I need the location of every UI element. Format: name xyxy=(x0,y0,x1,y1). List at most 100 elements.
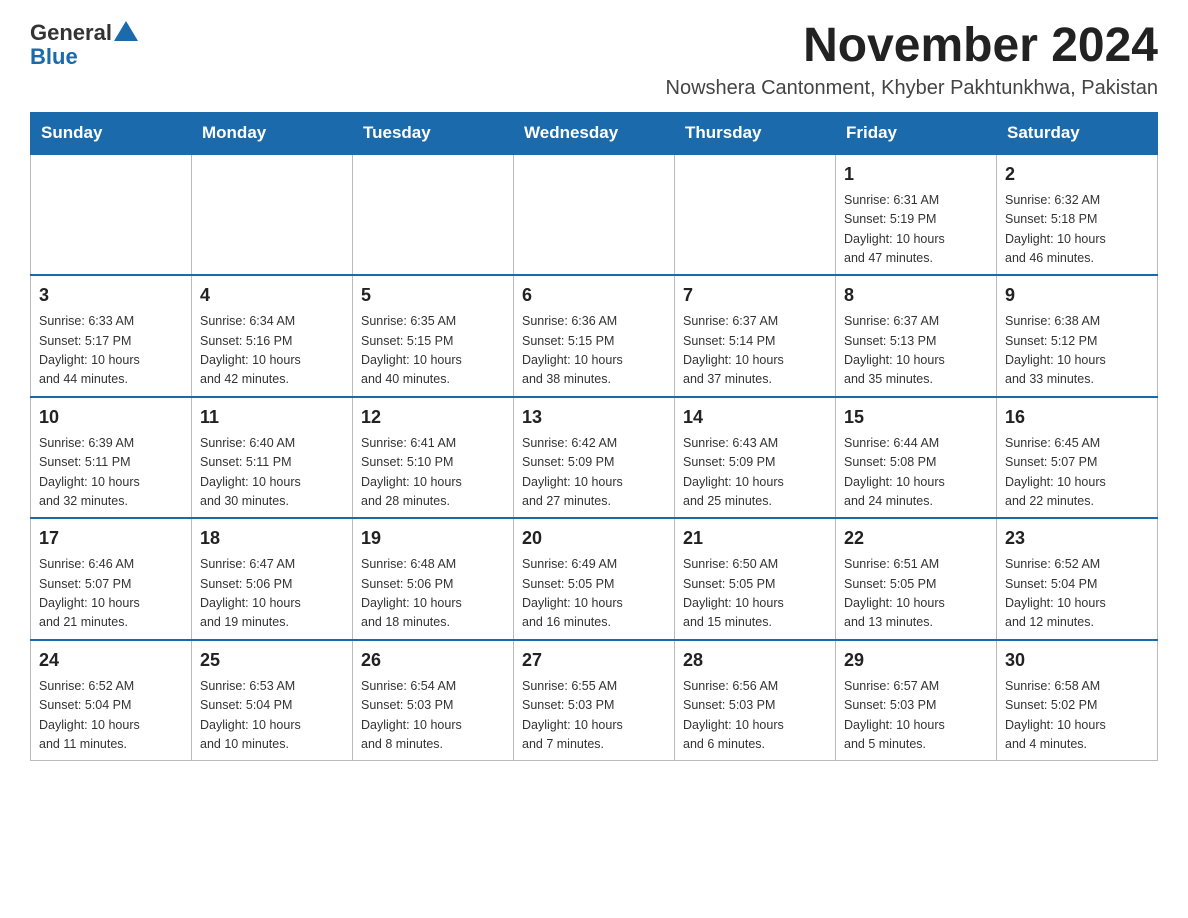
calendar-header: SundayMondayTuesdayWednesdayThursdayFrid… xyxy=(31,112,1158,154)
weekday-header-tuesday: Tuesday xyxy=(353,112,514,154)
day-number: 22 xyxy=(844,525,988,552)
calendar-cell: 20 Sunrise: 6:49 AM Sunset: 5:05 PM Dayli… xyxy=(514,518,675,640)
day-info: Sunrise: 6:33 AM Sunset: 5:17 PM Dayligh… xyxy=(39,312,183,390)
day-info: Sunrise: 6:57 AM Sunset: 5:03 PM Dayligh… xyxy=(844,677,988,755)
weekday-header-thursday: Thursday xyxy=(675,112,836,154)
calendar-cell: 16Sunrise: 6:45 AM Sunset: 5:07 PM Dayli… xyxy=(997,397,1158,519)
day-number: 2 xyxy=(1005,161,1149,188)
weekday-header-sunday: Sunday xyxy=(31,112,192,154)
calendar-cell: 8 Sunrise: 6:37 AM Sunset: 5:13 PM Daylig… xyxy=(836,275,997,397)
day-info: Sunrise: 6:52 AM Sunset: 5:04 PM Dayligh… xyxy=(39,677,183,755)
day-info: Sunrise: 6:44 AM Sunset: 5:08 PM Dayligh… xyxy=(844,434,988,512)
day-number: 4 xyxy=(200,282,344,309)
weekday-header-row: SundayMondayTuesdayWednesdayThursdayFrid… xyxy=(31,112,1158,154)
calendar-cell: 4 Sunrise: 6:34 AM Sunset: 5:16 PM Daylig… xyxy=(192,275,353,397)
weekday-header-wednesday: Wednesday xyxy=(514,112,675,154)
calendar-cell: 25 Sunrise: 6:53 AM Sunset: 5:04 PM Dayli… xyxy=(192,640,353,761)
day-number: 6 xyxy=(522,282,666,309)
day-info: Sunrise: 6:38 AM Sunset: 5:12 PM Dayligh… xyxy=(1005,312,1149,390)
calendar-cell: 30 Sunrise: 6:58 AM Sunset: 5:02 PM Dayli… xyxy=(997,640,1158,761)
day-info: Sunrise: 6:40 AM Sunset: 5:11 PM Dayligh… xyxy=(200,434,344,512)
calendar-cell: 13Sunrise: 6:42 AM Sunset: 5:09 PM Dayli… xyxy=(514,397,675,519)
day-number: 20 xyxy=(522,525,666,552)
day-info: Sunrise: 6:47 AM Sunset: 5:06 PM Dayligh… xyxy=(200,555,344,633)
day-info: Sunrise: 6:58 AM Sunset: 5:02 PM Dayligh… xyxy=(1005,677,1149,755)
day-number: 28 xyxy=(683,647,827,674)
day-info: Sunrise: 6:55 AM Sunset: 5:03 PM Dayligh… xyxy=(522,677,666,755)
calendar-cell xyxy=(353,154,514,276)
day-number: 1 xyxy=(844,161,988,188)
day-number: 14 xyxy=(683,404,827,431)
calendar-cell: 19Sunrise: 6:48 AM Sunset: 5:06 PM Dayli… xyxy=(353,518,514,640)
day-info: Sunrise: 6:37 AM Sunset: 5:13 PM Dayligh… xyxy=(844,312,988,390)
day-number: 9 xyxy=(1005,282,1149,309)
day-number: 15 xyxy=(844,404,988,431)
weekday-header-friday: Friday xyxy=(836,112,997,154)
day-info: Sunrise: 6:46 AM Sunset: 5:07 PM Dayligh… xyxy=(39,555,183,633)
day-info: Sunrise: 6:41 AM Sunset: 5:10 PM Dayligh… xyxy=(361,434,505,512)
calendar-cell: 26Sunrise: 6:54 AM Sunset: 5:03 PM Dayli… xyxy=(353,640,514,761)
page-header: General Blue November 2024 Nowshera Cant… xyxy=(30,20,1158,100)
day-info: Sunrise: 6:53 AM Sunset: 5:04 PM Dayligh… xyxy=(200,677,344,755)
calendar-week-row: 24 Sunrise: 6:52 AM Sunset: 5:04 PM Dayli… xyxy=(31,640,1158,761)
calendar-cell: 14Sunrise: 6:43 AM Sunset: 5:09 PM Dayli… xyxy=(675,397,836,519)
day-number: 19 xyxy=(361,525,505,552)
day-number: 23 xyxy=(1005,525,1149,552)
title-section: November 2024 Nowshera Cantonment, Khybe… xyxy=(666,20,1159,100)
calendar-cell: 17 Sunrise: 6:46 AM Sunset: 5:07 PM Dayli… xyxy=(31,518,192,640)
calendar-cell xyxy=(192,154,353,276)
logo-text-blue: Blue xyxy=(30,44,78,70)
day-info: Sunrise: 6:35 AM Sunset: 5:15 PM Dayligh… xyxy=(361,312,505,390)
logo-triangle-icon xyxy=(114,21,138,41)
day-info: Sunrise: 6:36 AM Sunset: 5:15 PM Dayligh… xyxy=(522,312,666,390)
day-number: 8 xyxy=(844,282,988,309)
weekday-header-saturday: Saturday xyxy=(997,112,1158,154)
calendar-week-row: 1 Sunrise: 6:31 AM Sunset: 5:19 PM Daylig… xyxy=(31,154,1158,276)
day-info: Sunrise: 6:32 AM Sunset: 5:18 PM Dayligh… xyxy=(1005,191,1149,269)
calendar-cell: 21 Sunrise: 6:50 AM Sunset: 5:05 PM Dayli… xyxy=(675,518,836,640)
weekday-header-monday: Monday xyxy=(192,112,353,154)
calendar-body: 1 Sunrise: 6:31 AM Sunset: 5:19 PM Daylig… xyxy=(31,154,1158,761)
calendar-cell: 22 Sunrise: 6:51 AM Sunset: 5:05 PM Dayli… xyxy=(836,518,997,640)
day-number: 7 xyxy=(683,282,827,309)
calendar-cell: 7 Sunrise: 6:37 AM Sunset: 5:14 PM Daylig… xyxy=(675,275,836,397)
day-number: 21 xyxy=(683,525,827,552)
calendar-week-row: 10Sunrise: 6:39 AM Sunset: 5:11 PM Dayli… xyxy=(31,397,1158,519)
day-number: 26 xyxy=(361,647,505,674)
day-number: 29 xyxy=(844,647,988,674)
day-info: Sunrise: 6:42 AM Sunset: 5:09 PM Dayligh… xyxy=(522,434,666,512)
calendar-cell: 10Sunrise: 6:39 AM Sunset: 5:11 PM Dayli… xyxy=(31,397,192,519)
day-number: 5 xyxy=(361,282,505,309)
calendar-cell: 5 Sunrise: 6:35 AM Sunset: 5:15 PM Daylig… xyxy=(353,275,514,397)
day-number: 30 xyxy=(1005,647,1149,674)
day-number: 25 xyxy=(200,647,344,674)
day-info: Sunrise: 6:49 AM Sunset: 5:05 PM Dayligh… xyxy=(522,555,666,633)
calendar-cell: 23 Sunrise: 6:52 AM Sunset: 5:04 PM Dayli… xyxy=(997,518,1158,640)
calendar-cell: 11 Sunrise: 6:40 AM Sunset: 5:11 PM Dayli… xyxy=(192,397,353,519)
calendar-cell: 15 Sunrise: 6:44 AM Sunset: 5:08 PM Dayli… xyxy=(836,397,997,519)
day-info: Sunrise: 6:51 AM Sunset: 5:05 PM Dayligh… xyxy=(844,555,988,633)
day-info: Sunrise: 6:56 AM Sunset: 5:03 PM Dayligh… xyxy=(683,677,827,755)
day-info: Sunrise: 6:39 AM Sunset: 5:11 PM Dayligh… xyxy=(39,434,183,512)
day-info: Sunrise: 6:34 AM Sunset: 5:16 PM Dayligh… xyxy=(200,312,344,390)
page-title: November 2024 xyxy=(666,20,1159,73)
day-info: Sunrise: 6:31 AM Sunset: 5:19 PM Dayligh… xyxy=(844,191,988,269)
page-subtitle: Nowshera Cantonment, Khyber Pakhtunkhwa,… xyxy=(666,77,1159,100)
calendar-cell: 27Sunrise: 6:55 AM Sunset: 5:03 PM Dayli… xyxy=(514,640,675,761)
day-info: Sunrise: 6:37 AM Sunset: 5:14 PM Dayligh… xyxy=(683,312,827,390)
day-info: Sunrise: 6:52 AM Sunset: 5:04 PM Dayligh… xyxy=(1005,555,1149,633)
calendar-cell: 6 Sunrise: 6:36 AM Sunset: 5:15 PM Daylig… xyxy=(514,275,675,397)
day-number: 24 xyxy=(39,647,183,674)
calendar-cell: 29 Sunrise: 6:57 AM Sunset: 5:03 PM Dayli… xyxy=(836,640,997,761)
calendar-table: SundayMondayTuesdayWednesdayThursdayFrid… xyxy=(30,112,1158,762)
day-number: 18 xyxy=(200,525,344,552)
day-info: Sunrise: 6:50 AM Sunset: 5:05 PM Dayligh… xyxy=(683,555,827,633)
calendar-cell: 9 Sunrise: 6:38 AM Sunset: 5:12 PM Daylig… xyxy=(997,275,1158,397)
calendar-cell: 28 Sunrise: 6:56 AM Sunset: 5:03 PM Dayli… xyxy=(675,640,836,761)
calendar-cell: 12Sunrise: 6:41 AM Sunset: 5:10 PM Dayli… xyxy=(353,397,514,519)
logo-text-general: General xyxy=(30,20,112,46)
calendar-cell xyxy=(31,154,192,276)
day-number: 11 xyxy=(200,404,344,431)
calendar-cell: 18 Sunrise: 6:47 AM Sunset: 5:06 PM Dayli… xyxy=(192,518,353,640)
day-number: 17 xyxy=(39,525,183,552)
